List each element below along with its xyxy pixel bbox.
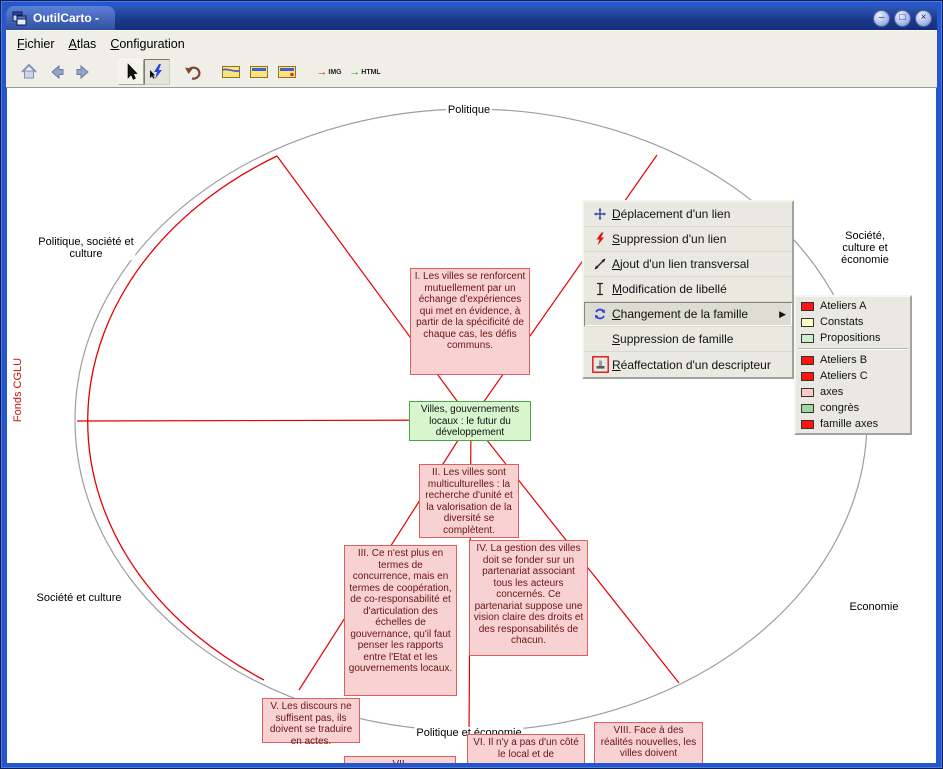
node-III[interactable]: III. Ce n'est plus en termes de concurre… xyxy=(344,545,457,696)
node-V[interactable]: V. Les discours ne suffisent pas, ils do… xyxy=(262,698,360,743)
submenu-item-congres[interactable]: congrès xyxy=(796,400,910,416)
export-html-button[interactable]: → HTML xyxy=(348,59,382,85)
menu-item-suppression-famille[interactable]: Suppression de famille xyxy=(584,327,792,352)
family-submenu: Ateliers A Constats Propositions Atelier… xyxy=(794,295,912,435)
menubar: Fichier Atlas Configuration xyxy=(6,30,937,57)
yellow-doc-dot-icon xyxy=(277,62,297,82)
html-export-label: HTML xyxy=(361,69,380,76)
menu-item-ajout-lien-transversal[interactable]: Ajout d'un lien transversal xyxy=(584,252,792,277)
submenu-item-propositions[interactable]: Propositions xyxy=(796,330,910,346)
node-II[interactable]: II. Les villes sont multiculturelles : l… xyxy=(419,464,519,538)
titlebar-tab: OutilCarto - xyxy=(6,6,115,30)
family-color-chip xyxy=(801,404,814,413)
minimize-button[interactable]: – xyxy=(873,10,890,27)
menu-atlas[interactable]: Atlas xyxy=(62,34,104,54)
menu-item-deplacement-lien[interactable]: Déplacement d'un lien xyxy=(584,202,792,227)
atlas-doc-button-2[interactable] xyxy=(246,59,272,85)
delete-link-icon xyxy=(588,231,612,247)
submenu-item-ateliers-c[interactable]: Ateliers C xyxy=(796,368,910,384)
atlas-doc-button-3[interactable] xyxy=(274,59,300,85)
add-transversal-link-icon xyxy=(588,256,612,272)
submenu-item-famille-axes[interactable]: famille axes xyxy=(796,416,910,432)
sector-label-politique: Politique xyxy=(446,104,492,116)
menu-configuration[interactable]: Configuration xyxy=(103,34,191,54)
undo-button[interactable] xyxy=(180,59,206,85)
center-node[interactable]: Villes, gouvernements locaux : le futur … xyxy=(409,401,531,441)
app-icon xyxy=(12,11,27,26)
node-IV[interactable]: IV. La gestion des villes doit se fonder… xyxy=(469,540,588,656)
submenu-arrow-icon xyxy=(779,309,786,320)
atlas-doc-button-1[interactable] xyxy=(218,59,244,85)
yellow-doc-wave-icon xyxy=(221,62,241,82)
edit-label-icon xyxy=(588,281,612,297)
close-button[interactable]: × xyxy=(915,10,932,27)
family-color-chip xyxy=(801,420,814,429)
forward-button[interactable] xyxy=(70,59,96,85)
family-color-chip xyxy=(801,388,814,397)
window-title: OutilCarto - xyxy=(33,11,99,25)
undo-arrow-icon xyxy=(183,62,203,82)
submenu-item-axes[interactable]: axes xyxy=(796,384,910,400)
node-VII[interactable]: VII. xyxy=(344,756,456,763)
img-export-label: IMG xyxy=(328,69,341,76)
sector-label-economie: Economie xyxy=(848,601,901,613)
menu-item-suppression-lien[interactable]: Suppression d'un lien xyxy=(584,227,792,252)
sector-label-societe-culture-economie: Société, culture et économie xyxy=(830,230,901,266)
cursor-icon xyxy=(121,62,141,82)
submenu-separator xyxy=(798,348,908,350)
back-button[interactable] xyxy=(44,59,70,85)
menu-item-changement-famille[interactable]: Changement de la famille xyxy=(584,302,792,327)
family-color-chip xyxy=(801,318,814,327)
change-family-icon xyxy=(588,306,612,322)
img-export-arrow-icon: → xyxy=(316,66,327,78)
forward-arrow-icon xyxy=(73,62,93,82)
node-I[interactable]: I. Les villes se renforcent mutuellement… xyxy=(410,268,530,375)
reassign-descriptor-icon xyxy=(588,356,612,373)
node-VIII[interactable]: VIII. Face à des réalités nouvelles, les… xyxy=(594,722,703,763)
html-export-arrow-icon: → xyxy=(349,66,360,78)
menu-fichier[interactable]: Fichier xyxy=(10,34,62,54)
toolbar: → IMG → HTML xyxy=(6,57,937,88)
menu-item-reaffectation-descripteur[interactable]: Réaffectation d'un descripteur xyxy=(584,352,792,377)
submenu-item-constats[interactable]: Constats xyxy=(796,314,910,330)
home-icon xyxy=(19,62,39,82)
family-color-chip xyxy=(801,356,814,365)
maximize-button[interactable]: □ xyxy=(894,10,911,27)
fonds-label: Fonds CGLU xyxy=(12,352,26,428)
family-color-chip xyxy=(801,302,814,311)
family-color-chip xyxy=(801,334,814,343)
cursor-lightning-icon xyxy=(147,62,167,82)
export-img-button[interactable]: → IMG xyxy=(314,59,344,85)
sector-label-societe-culture: Société et culture xyxy=(35,592,124,604)
move-link-icon xyxy=(588,206,612,222)
app-window: { "colors": { "frame_blue": "#2456cd", "… xyxy=(0,0,943,769)
yellow-doc-band-icon xyxy=(249,62,269,82)
submenu-item-ateliers-b[interactable]: Ateliers B xyxy=(796,352,910,368)
sector-label-politique-societe-culture: Politique, société et culture xyxy=(36,236,135,260)
menu-item-modification-libelle[interactable]: Modification de libellé xyxy=(584,277,792,302)
link-tool-button[interactable] xyxy=(144,59,170,85)
node-VI[interactable]: VI. Il n'y a pas d'un côté le local et d… xyxy=(467,734,585,763)
titlebar[interactable]: OutilCarto - – □ × xyxy=(6,6,937,30)
home-button[interactable] xyxy=(16,59,42,85)
back-arrow-icon xyxy=(47,62,67,82)
link-context-menu: Déplacement d'un lien Suppression d'un l… xyxy=(582,200,794,379)
family-color-chip xyxy=(801,372,814,381)
map-canvas[interactable]: Politique Politique, société et culture … xyxy=(7,88,936,763)
window-controls: – □ × xyxy=(869,10,937,27)
select-tool-button[interactable] xyxy=(118,59,144,85)
submenu-item-ateliers-a[interactable]: Ateliers A xyxy=(796,298,910,314)
